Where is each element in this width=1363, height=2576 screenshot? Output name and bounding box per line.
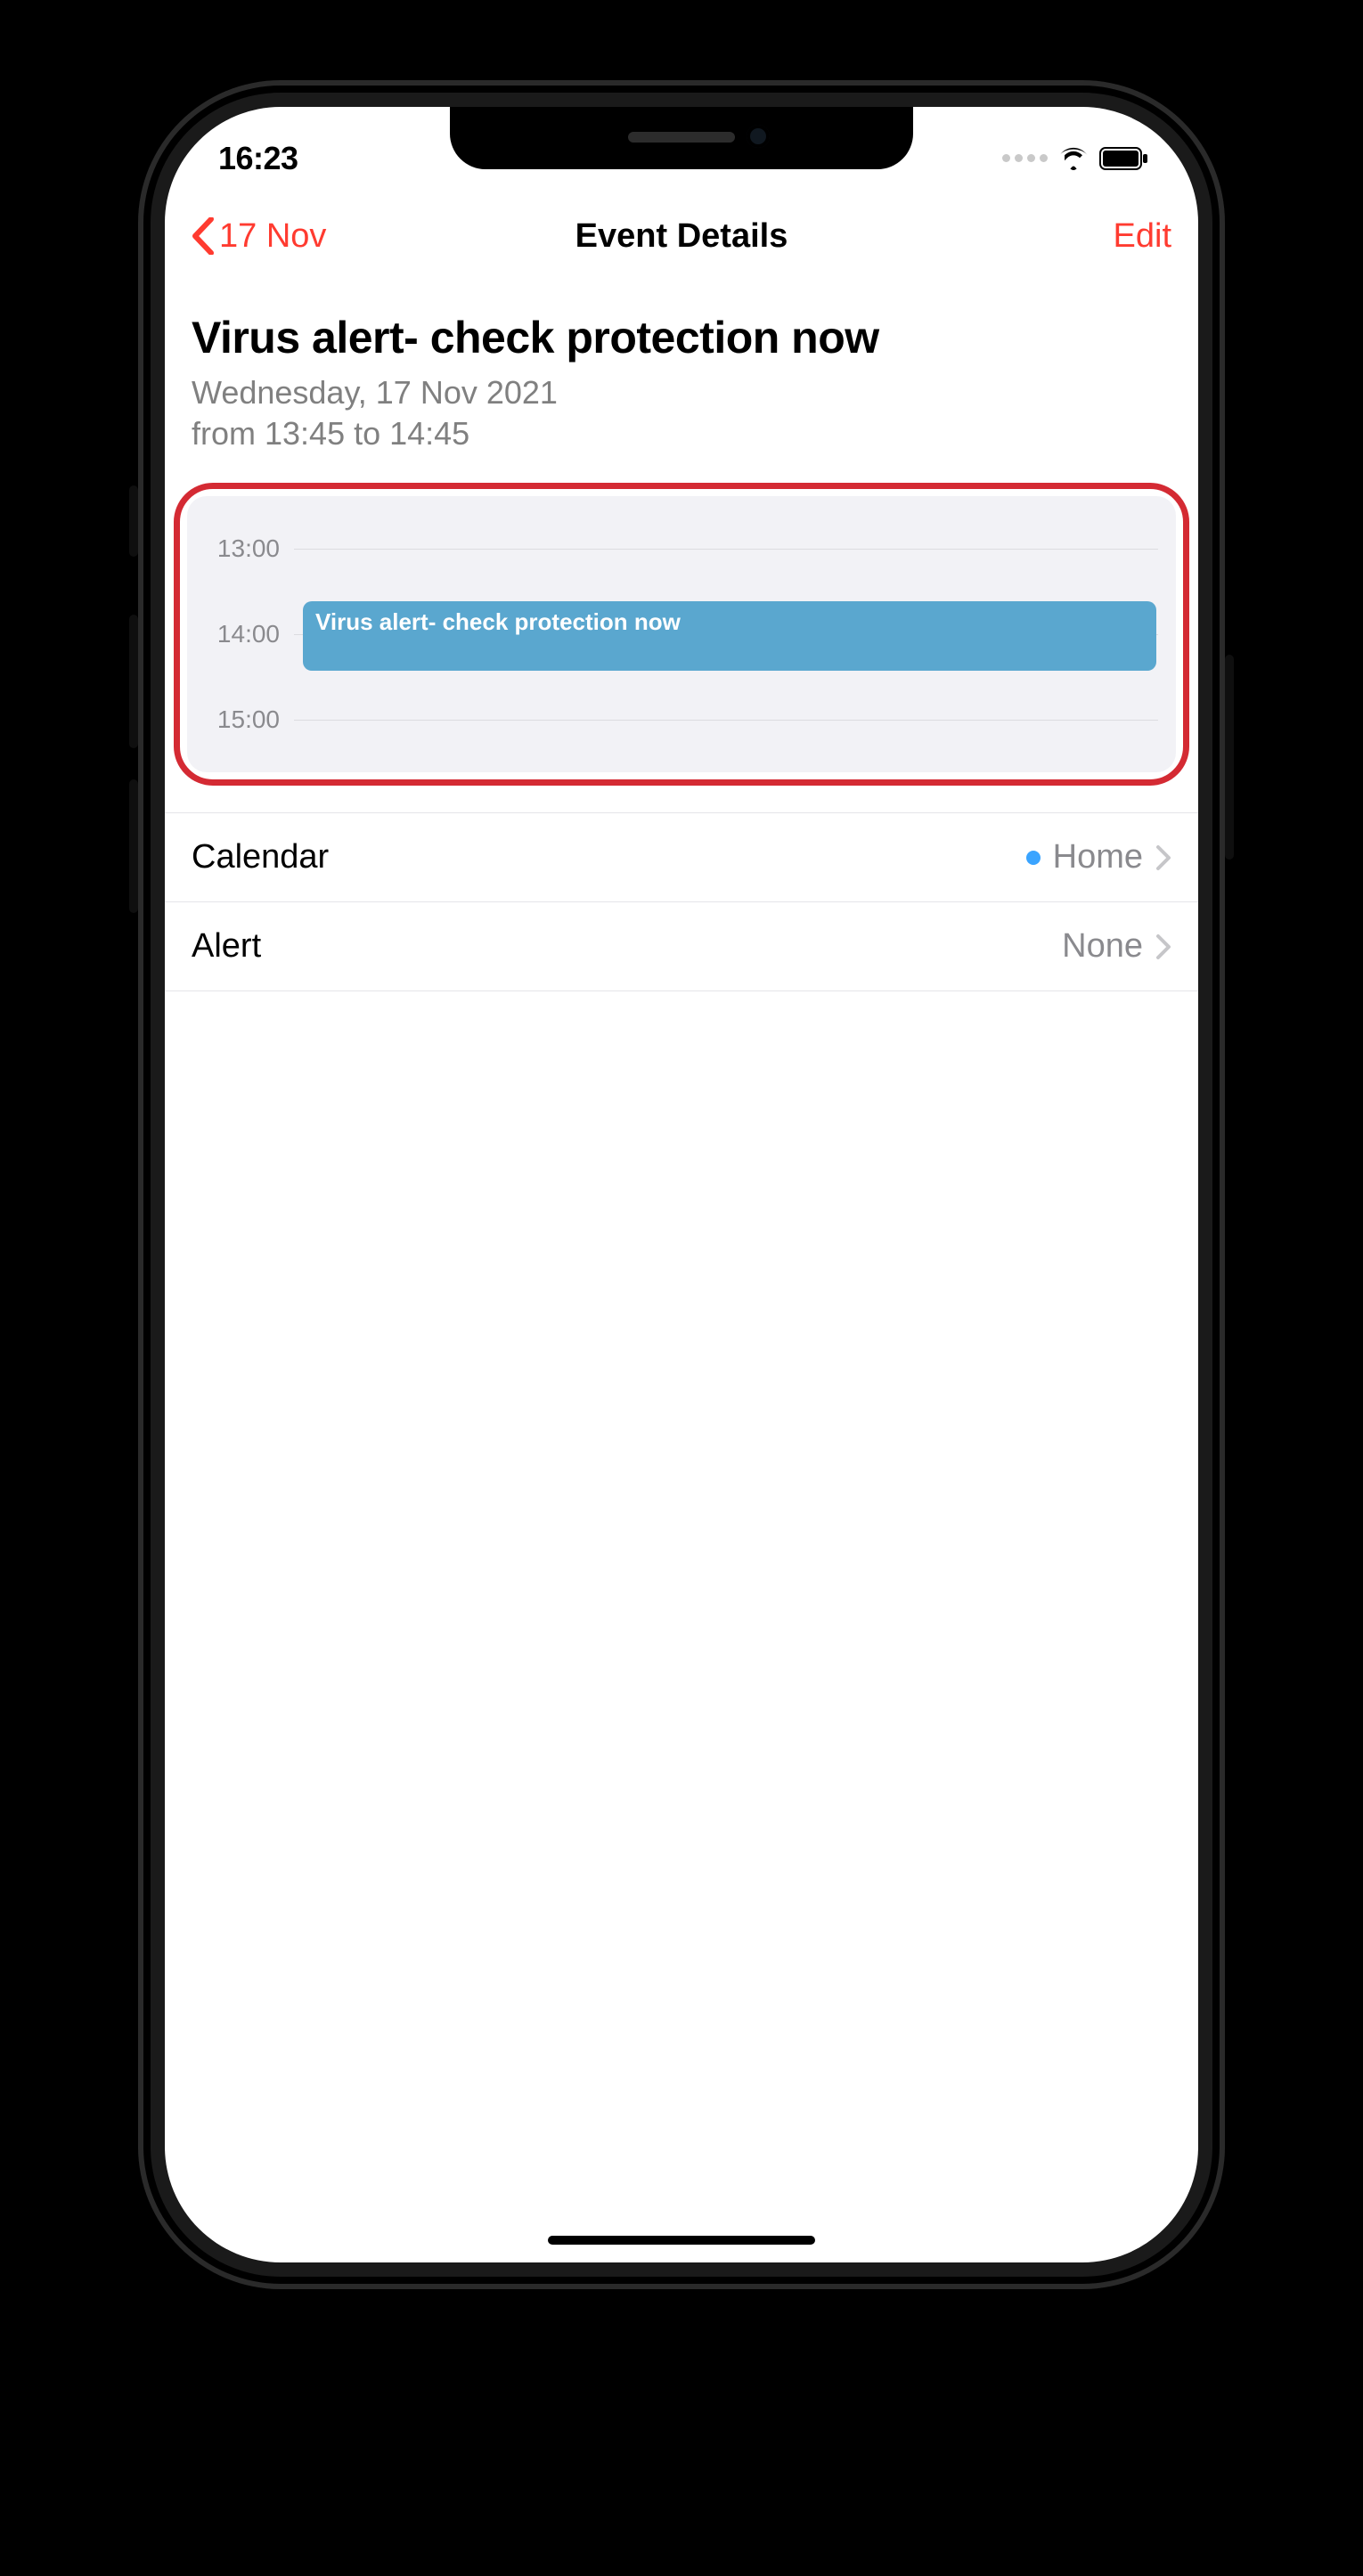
- timeline-event-block[interactable]: Virus alert- check protection now: [303, 601, 1156, 671]
- timeline-event-label: Virus alert- check protection now: [315, 608, 681, 636]
- row-label: Calendar: [192, 838, 329, 876]
- cell-signal-icon: [1002, 154, 1048, 162]
- home-indicator[interactable]: [548, 2236, 815, 2245]
- chevron-right-icon: [1155, 933, 1171, 960]
- edit-button[interactable]: Edit: [1114, 217, 1171, 256]
- alert-row[interactable]: Alert None: [165, 902, 1198, 991]
- timeline-hour-label: 13:00: [187, 534, 294, 563]
- row-value: None: [1062, 927, 1143, 966]
- back-button[interactable]: 17 Nov: [192, 217, 326, 256]
- chevron-right-icon: [1155, 844, 1171, 871]
- row-value-group: None: [1062, 927, 1171, 966]
- calendar-row[interactable]: Calendar Home: [165, 813, 1198, 902]
- back-label: 17 Nov: [219, 217, 326, 256]
- timeline-hour-label: 14:00: [187, 620, 294, 648]
- event-time-range: from 13:45 to 14:45: [165, 413, 1198, 477]
- timeline-hour-label: 15:00: [187, 705, 294, 734]
- content: Virus alert- check protection now Wednes…: [165, 285, 1198, 2262]
- front-camera: [747, 125, 770, 148]
- status-indicators: [1002, 147, 1149, 170]
- screen: 16:23: [165, 107, 1198, 2262]
- annotation-highlight: 13:00 14:00 15:00 Virus alert- chec: [174, 483, 1189, 786]
- status-time: 16:23: [218, 140, 298, 177]
- event-date: Wednesday, 17 Nov 2021: [165, 372, 1198, 413]
- device-frame: 16:23: [138, 80, 1225, 2289]
- battery-icon: [1099, 147, 1149, 170]
- chevron-left-icon: [192, 217, 215, 255]
- row-label: Alert: [192, 927, 261, 966]
- timeline-hour-row: 13:00: [187, 548, 1176, 550]
- settings-list: Calendar Home Alert None: [165, 812, 1198, 991]
- row-value-group: Home: [1026, 838, 1171, 876]
- row-value: Home: [1053, 838, 1143, 876]
- wifi-icon: [1058, 147, 1089, 170]
- speaker: [628, 132, 735, 143]
- nav-bar: 17 Nov Event Details Edit: [165, 196, 1198, 276]
- event-title: Virus alert- check protection now: [165, 285, 1198, 372]
- page-title: Event Details: [575, 217, 788, 256]
- notch: [450, 107, 913, 169]
- timeline-hour-row: 15:00: [187, 719, 1176, 721]
- calendar-color-dot-icon: [1026, 851, 1041, 865]
- timeline-preview[interactable]: 13:00 14:00 15:00 Virus alert- chec: [187, 496, 1176, 772]
